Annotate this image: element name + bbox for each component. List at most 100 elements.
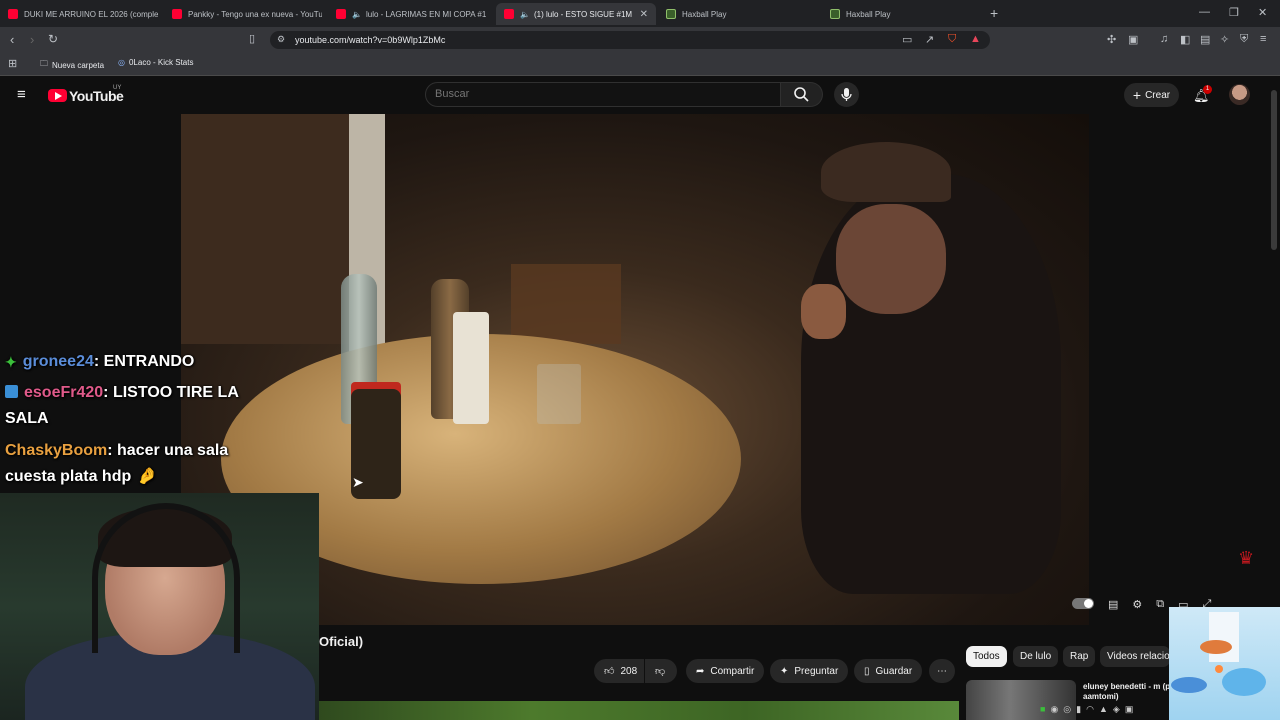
microphone-tray-icon[interactable]: ▮	[1076, 704, 1081, 715]
new-tab-button[interactable]: +	[990, 5, 998, 21]
reload-icon[interactable]: ↻	[48, 32, 58, 46]
chip-related[interactable]: Videos relacion	[1100, 646, 1170, 667]
like-button[interactable]: 👍︎ 208	[594, 659, 644, 683]
tab-label: DUKI ME ARRUINO EL 2026 (complet	[24, 9, 158, 19]
chat-username: gronee24	[22, 353, 94, 370]
avatar[interactable]	[1229, 84, 1250, 105]
speaker-icon: 🔈	[352, 9, 362, 19]
media-icon[interactable]: ▣	[1128, 33, 1138, 46]
mouse-cursor-icon: ➤	[352, 474, 364, 490]
extensions-icon[interactable]: ✣	[1107, 33, 1116, 46]
leo-ai-icon[interactable]: ✧	[1220, 33, 1229, 46]
chip-todos[interactable]: Todos	[966, 646, 1007, 667]
like-count: 208	[620, 665, 638, 677]
tray-app-icon[interactable]: ▲	[1099, 704, 1108, 715]
share-icon[interactable]: ↗	[925, 33, 934, 46]
menu-icon[interactable]: ≡	[1260, 33, 1266, 45]
bookmark-icon[interactable]: ▯	[249, 32, 255, 45]
video-scene-glass	[537, 364, 581, 424]
ask-button[interactable]: ✦ Preguntar	[770, 659, 849, 683]
music-icon[interactable]: ♫	[1160, 33, 1168, 45]
thumbs-down-icon: 👎︎	[655, 666, 666, 677]
arrow-badge-icon	[5, 385, 18, 398]
tray-app-icon[interactable]: ◉	[1050, 704, 1058, 715]
video-scene-chair	[511, 264, 621, 344]
apps-grid-icon[interactable]: ⊞	[8, 57, 17, 70]
bookmark-kick-stats[interactable]: ◎ 0Laco - Kick Stats	[118, 58, 193, 67]
channel-watermark-icon[interactable]: ♛	[1238, 548, 1254, 569]
youtube-favicon-icon	[336, 9, 346, 19]
close-window-button[interactable]: ✕	[1258, 6, 1267, 19]
site-settings-icon[interactable]: ⚙	[277, 34, 285, 45]
notification-badge: 1	[1203, 85, 1212, 94]
browser-tab[interactable]: DUKI ME ARRUINO EL 2026 (complet	[8, 3, 158, 25]
maximize-button[interactable]: ❐	[1229, 6, 1239, 19]
video-scene-hand	[801, 284, 846, 339]
subtitles-icon[interactable]: ▤	[1108, 598, 1118, 611]
tray-app-icon[interactable]: ■	[1040, 704, 1045, 715]
cast-icon[interactable]: ▭	[902, 33, 912, 46]
browser-tab[interactable]: Haxball Play	[666, 3, 816, 25]
miniplayer-icon[interactable]: ⧉	[1156, 598, 1164, 611]
tab-label: Haxball Play	[682, 9, 727, 19]
webcam-overlay	[0, 493, 319, 720]
tray-app-icon[interactable]: ◎	[1063, 704, 1071, 715]
more-actions-button[interactable]: ⋯	[929, 659, 955, 683]
thumbs-up-icon: 👍︎	[604, 666, 615, 677]
search-input[interactable]	[435, 88, 765, 100]
save-label: Guardar	[875, 665, 913, 677]
youtube-favicon-icon	[504, 9, 514, 19]
tray-app-icon[interactable]: ▣	[1125, 704, 1134, 715]
sparkle-icon: ✦	[780, 665, 789, 677]
wifi-icon[interactable]: ◠	[1086, 704, 1094, 715]
sidebar-icon[interactable]: ◧	[1180, 33, 1190, 46]
autoplay-toggle[interactable]	[1072, 598, 1094, 609]
brave-rewards-icon[interactable]: ▲	[970, 33, 981, 45]
bookmark-nueva-carpeta[interactable]: 🗀 Nueva carpeta	[40, 58, 104, 72]
browser-tab[interactable]: Pankky - Tengo una ex nueva - YouTu	[172, 3, 322, 25]
share-arrow-icon: ➦	[696, 665, 705, 677]
more-dots-icon: ⋯	[937, 665, 947, 677]
brave-shield-icon[interactable]: ⛉	[948, 33, 956, 46]
back-icon[interactable]: ‹	[10, 32, 14, 47]
voice-search-button[interactable]	[834, 82, 859, 107]
forward-icon[interactable]: ›	[30, 32, 34, 47]
chip-rap[interactable]: Rap	[1063, 646, 1096, 667]
vpn-icon[interactable]: ⛨	[1240, 33, 1248, 46]
speaker-icon: 🔈	[520, 9, 530, 19]
game-overlay-grass	[319, 701, 959, 720]
mobile-game-overlay	[1169, 607, 1280, 720]
wallet-icon[interactable]: ▤	[1200, 33, 1210, 46]
browser-tab-active[interactable]: 🔈(1) lulo - ESTO SIGUE #1MILL ✕	[496, 3, 656, 25]
hamburger-menu-icon[interactable]: ≡	[17, 86, 26, 103]
bookmark-save-icon: ▯	[864, 665, 870, 677]
video-title: Oficial)	[319, 634, 364, 649]
chip-de-lulo[interactable]: De lulo	[1013, 646, 1059, 667]
tray-app-icon[interactable]: ◈	[1113, 704, 1120, 715]
browser-tab[interactable]: 🔈 lulo - LAGRIMAS EN MI COPA #1	[336, 3, 486, 25]
save-button[interactable]: ▯ Guardar	[854, 659, 923, 683]
youtube-favicon-icon	[172, 9, 182, 19]
browser-tab[interactable]: Haxball Play	[830, 3, 980, 25]
microphone-icon	[841, 88, 852, 101]
create-label: Crear	[1145, 89, 1171, 101]
suggested-video-title[interactable]: eluney benedetti - m (prod aamtomi)	[1083, 682, 1183, 702]
settings-gear-icon[interactable]: ⚙	[1132, 598, 1142, 611]
haxball-favicon-icon	[666, 9, 676, 19]
bookmark-label: 0Laco - Kick Stats	[128, 58, 194, 67]
create-button[interactable]: + Crear	[1124, 83, 1179, 107]
hand-emoji-icon: 🤌	[137, 468, 158, 485]
chat-username: esoeFr420	[24, 384, 104, 401]
chat-text: : ENTRANDO	[93, 353, 195, 370]
tab-label: lulo - LAGRIMAS EN MI COPA #1	[365, 9, 486, 19]
page-scrollbar[interactable]	[1271, 90, 1277, 250]
haxball-favicon-icon	[830, 9, 840, 19]
chat-username: ChaskyBoom	[5, 442, 108, 459]
share-button[interactable]: ➦ Compartir	[686, 659, 765, 683]
kick-icon: ◎	[118, 58, 125, 67]
search-button[interactable]	[781, 82, 823, 107]
game-scene-icon	[1171, 612, 1266, 696]
close-tab-icon[interactable]: ✕	[640, 9, 648, 20]
dislike-button[interactable]: 👎︎	[645, 659, 677, 683]
minimize-button[interactable]: —	[1199, 6, 1210, 18]
